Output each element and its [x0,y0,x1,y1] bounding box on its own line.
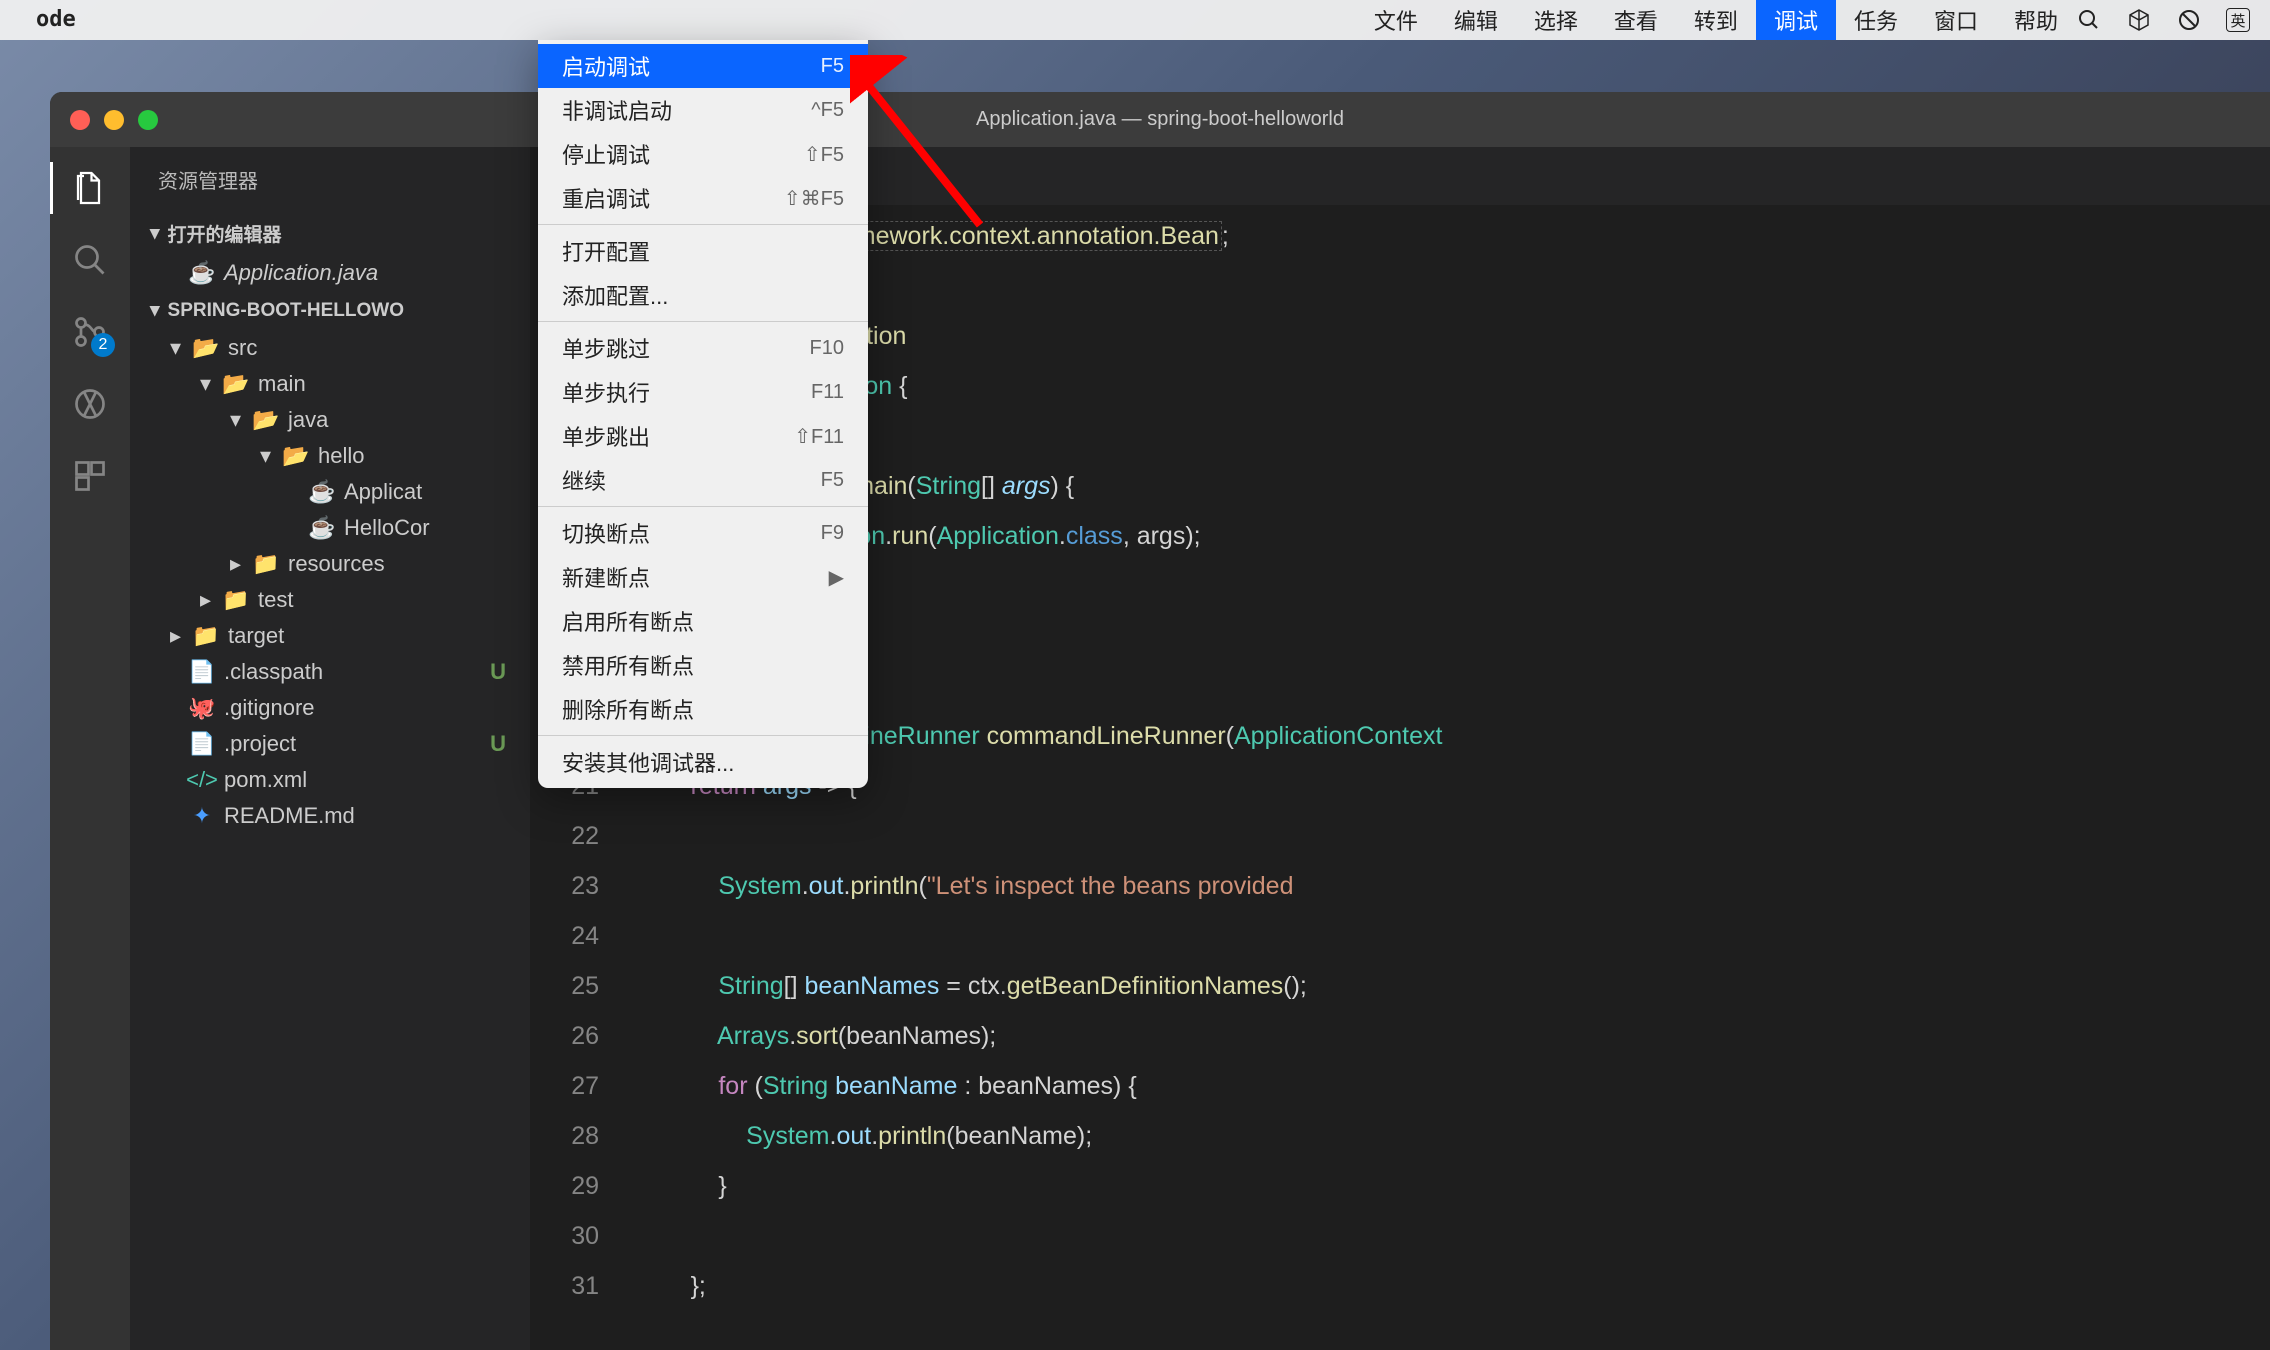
info-icon: ✦ [190,804,214,828]
menu-item-单步跳过[interactable]: 单步跳过F10 [538,326,868,370]
vscode-window: Application.java — spring-boot-helloworl… [50,92,2270,1350]
activity-bar: 2 [50,147,130,1350]
open-editor-item[interactable]: ☕ Application.java [130,255,530,291]
tree-pom[interactable]: </>pom.xml [130,762,530,798]
window-title: Application.java — spring-boot-helloworl… [976,108,1344,131]
scm-badge: 2 [91,333,115,357]
folder-icon: 📂 [194,336,218,360]
menu-app[interactable]: ode [18,0,1356,40]
search-icon[interactable] [69,239,111,281]
menu-item-新建断点[interactable]: 新建断点▶ [538,555,868,599]
explorer-sidebar: 资源管理器 ▾打开的编辑器 ☕ Application.java ▾SPRING… [130,147,530,1350]
menu-item-切换断点[interactable]: 切换断点F9 [538,511,868,555]
menu-窗口[interactable]: 窗口 [1916,0,1996,40]
tree-readme[interactable]: ✦README.md [130,798,530,834]
menu-选择[interactable]: 选择 [1516,0,1596,40]
menu-item-删除所有断点[interactable]: 删除所有断点 [538,687,868,731]
scm-icon[interactable]: 2 [69,311,111,353]
titlebar: Application.java — spring-boot-helloworl… [50,92,2270,147]
folder-icon: 📂 [224,372,248,396]
tree-gitignore[interactable]: 🐙.gitignore [130,690,530,726]
tree-resources[interactable]: ▸📁resources [130,546,530,582]
close-dot[interactable] [70,110,90,130]
circle-icon[interactable] [2176,7,2202,33]
debug-icon[interactable] [69,383,111,425]
menubar-right: 英 [2076,7,2270,33]
git-icon: 🐙 [190,696,214,720]
tree-main[interactable]: ▾📂main [130,366,530,402]
menu-转到[interactable]: 转到 [1676,0,1756,40]
menu-查看[interactable]: 查看 [1596,0,1676,40]
explorer-title: 资源管理器 [130,147,530,212]
tree-hello[interactable]: ▾📂hello [130,438,530,474]
menu-item-禁用所有断点[interactable]: 禁用所有断点 [538,643,868,687]
tree-project[interactable]: 📄.projectU [130,726,530,762]
menu-item-添加配置...[interactable]: 添加配置... [538,273,868,317]
traffic-lights [70,110,158,130]
explorer-icon[interactable] [69,167,111,209]
menu-item-非调试启动[interactable]: 非调试启动^F5 [538,88,868,132]
menu-item-启动调试[interactable]: 启动调试F5 [538,44,868,88]
menu-item-单步执行[interactable]: 单步执行F11 [538,370,868,414]
tree-classpath[interactable]: 📄.classpathU [130,654,530,690]
menu-编辑[interactable]: 编辑 [1436,0,1516,40]
cube-icon[interactable] [2126,7,2152,33]
menu-item-继续[interactable]: 继续F5 [538,458,868,502]
xml-icon: </> [190,768,214,792]
tree-hellocontroller[interactable]: ☕HelloCor [130,510,530,546]
menu-item-停止调试[interactable]: 停止调试⇧F5 [538,132,868,176]
tree-test[interactable]: ▸📁test [130,582,530,618]
file-icon: 📄 [190,660,214,684]
menu-任务[interactable]: 任务 [1836,0,1916,40]
workspace-section[interactable]: ▾SPRING-BOOT-HELLOWO [130,291,530,330]
menu-item-安装其他调试器...[interactable]: 安装其他调试器... [538,740,868,784]
input-icon[interactable]: 英 [2226,8,2250,32]
java-icon: ☕ [310,480,334,504]
tree-target[interactable]: ▸📁target [130,618,530,654]
folder-icon: 📁 [194,624,218,648]
file-icon: 📄 [190,732,214,756]
code-body[interactable]: import org.springframework.context.annot… [625,205,2270,1350]
maximize-dot[interactable] [138,110,158,130]
java-icon: ☕ [310,516,334,540]
menu-调试[interactable]: 调试 [1756,0,1836,40]
extensions-icon[interactable] [69,455,111,497]
debug-menu-dropdown: 启动调试F5非调试启动^F5停止调试⇧F5重启调试⇧⌘F5 打开配置添加配置...… [538,40,868,788]
tree-application[interactable]: ☕Applicat [130,474,530,510]
mac-menubar: ode 文件编辑选择查看转到调试任务窗口帮助 英 [0,0,2270,40]
open-editors-section[interactable]: ▾打开的编辑器 [130,212,530,255]
menu-item-重启调试[interactable]: 重启调试⇧⌘F5 [538,176,868,220]
folder-icon: 📁 [254,552,278,576]
menu-item-启用所有断点[interactable]: 启用所有断点 [538,599,868,643]
tree-src[interactable]: ▾📂src [130,330,530,366]
menu-文件[interactable]: 文件 [1356,0,1436,40]
tree-java[interactable]: ▾📂java [130,402,530,438]
folder-icon: 📂 [254,408,278,432]
folder-icon: 📁 [224,588,248,612]
menu-item-单步跳出[interactable]: 单步跳出⇧F11 [538,414,868,458]
menu-帮助[interactable]: 帮助 [1996,0,2076,40]
folder-icon: 📂 [284,444,308,468]
spotlight-icon[interactable] [2076,7,2102,33]
menu-item-打开配置[interactable]: 打开配置 [538,229,868,273]
minimize-dot[interactable] [104,110,124,130]
java-icon: ☕ [190,261,214,285]
